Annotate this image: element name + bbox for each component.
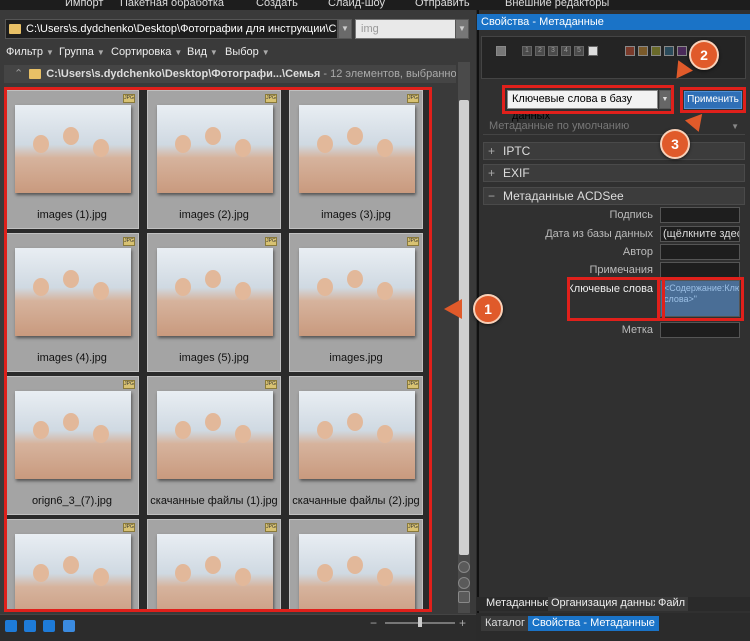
chevron-down-icon: ▼ xyxy=(731,122,739,131)
browser-toolbar: Фильтр ▼ Группа ▼ Сортировка ▼ Вид ▼ Выбор ▼ xyxy=(0,43,470,61)
path-input[interactable]: C:\Users\s.dydchenko\Desktop\Фотографии … xyxy=(5,19,338,39)
menu-editors[interactable]: Внешние редакторы xyxy=(505,0,609,9)
path-text: C:\Users\s.dydchenko\Desktop\Фотографии … xyxy=(26,23,338,35)
path-bar: C:\Users\s.dydchenko\Desktop\Фотографии … xyxy=(0,14,470,42)
metadata-preset-label: Метаданные по умолчанию xyxy=(489,120,630,132)
section-exif-label: EXIF xyxy=(503,166,530,180)
expand-icon: + xyxy=(488,166,496,180)
collapse-icon[interactable]: ⌃ xyxy=(14,68,23,80)
chevron-down-icon: ▼ xyxy=(174,48,183,57)
tab-metadata[interactable]: Метаданные xyxy=(483,597,554,611)
field-caption[interactable] xyxy=(660,207,740,223)
rating-2[interactable]: 2 xyxy=(535,46,545,56)
properties-title: Свойства - Метаданные xyxy=(477,14,750,30)
color-label-yellow[interactable] xyxy=(651,46,661,56)
zoom-slider-thumb[interactable] xyxy=(418,617,422,627)
callout-2: 2 xyxy=(689,40,719,70)
scroll-zoom-icon[interactable] xyxy=(458,577,470,589)
field-label-notes: Примечания xyxy=(589,264,653,276)
field-label-db-date: Дата из базы данных xyxy=(545,228,653,240)
rating-5[interactable]: 5 xyxy=(574,46,584,56)
menu-send[interactable]: Отправить xyxy=(415,0,470,9)
status-bar: − + xyxy=(0,614,476,641)
field-label-value[interactable] xyxy=(660,322,740,338)
scroll-zoom-icon[interactable] xyxy=(458,561,470,573)
scrollbar-thumb[interactable] xyxy=(459,100,469,555)
highlight-box-keywords-field xyxy=(657,277,744,321)
tab-catalog[interactable]: Каталог xyxy=(481,616,529,631)
collapse-icon: − xyxy=(488,189,496,203)
menu-create[interactable]: Создать xyxy=(256,0,298,9)
menu-bar: Импорт Пакетная обработка Создать Слайд-… xyxy=(0,0,750,10)
section-iptc-label: IPTC xyxy=(503,144,531,158)
color-label-purple[interactable] xyxy=(677,46,687,56)
section-exif[interactable]: + EXIF xyxy=(483,164,745,182)
field-notes[interactable] xyxy=(660,262,740,278)
field-label-label: Метка xyxy=(621,324,653,336)
tab-properties-metadata[interactable]: Свойства - Метаданные xyxy=(528,616,659,631)
view-mode-icon[interactable] xyxy=(5,620,17,632)
toolbar-filter[interactable]: Фильтр ▼ xyxy=(6,46,54,58)
filter-input[interactable]: img xyxy=(355,19,467,39)
tab-file[interactable]: Файл xyxy=(655,597,689,611)
chevron-down-icon: ▼ xyxy=(261,48,270,57)
field-label-author: Автор xyxy=(622,246,653,258)
chevron-down-icon: ▼ xyxy=(96,48,105,57)
callout-arrow-icon xyxy=(444,299,462,319)
highlight-box-dropdown xyxy=(502,85,674,114)
color-label-blue[interactable] xyxy=(664,46,674,56)
rating-3[interactable]: 3 xyxy=(548,46,558,56)
breadcrumb-path[interactable]: C:\Users\s.dydchenko\Desktop\Фотографи..… xyxy=(46,68,320,80)
menu-slideshow[interactable]: Слайд-шоу xyxy=(328,0,385,9)
zoom-out-icon[interactable]: − xyxy=(370,616,377,630)
field-label-caption: Подпись xyxy=(609,209,653,221)
menu-batch[interactable]: Пакетная обработка xyxy=(120,0,224,9)
refresh-icon[interactable] xyxy=(43,620,55,632)
clear-rating-icon[interactable] xyxy=(588,46,598,56)
highlight-box-grid xyxy=(4,87,432,612)
breadcrumb: ⌃ C:\Users\s.dydchenko\Desktop\Фотографи.… xyxy=(4,65,456,83)
field-db-date[interactable]: (щёлкните здесь xyxy=(660,226,740,242)
toolbar-group[interactable]: Группа ▼ xyxy=(59,46,105,58)
rotate-icon[interactable] xyxy=(24,620,36,632)
filter-dropdown-button[interactable]: ▼ xyxy=(455,19,469,39)
tag-checkbox[interactable] xyxy=(496,46,506,56)
rating-4[interactable]: 4 xyxy=(561,46,571,56)
folder-icon xyxy=(29,69,42,80)
rating-1[interactable]: 1 xyxy=(522,46,532,56)
chevron-down-icon: ▼ xyxy=(209,48,218,57)
toolbar-sort[interactable]: Сортировка ▼ xyxy=(111,46,182,58)
expand-icon: + xyxy=(488,144,496,158)
menu-import[interactable]: Импорт xyxy=(65,0,103,9)
tab-organize[interactable]: Организация данных xyxy=(548,597,662,611)
color-label-red[interactable] xyxy=(625,46,635,56)
section-acdsee-label: Метаданные ACDSee xyxy=(503,189,624,203)
section-iptc[interactable]: + IPTC xyxy=(483,142,745,160)
color-label-orange[interactable] xyxy=(638,46,648,56)
breadcrumb-info: - 12 элементов, выбранно: 12 xyxy=(323,68,456,80)
field-author[interactable] xyxy=(660,244,740,260)
section-acdsee[interactable]: − Метаданные ACDSee xyxy=(483,187,745,205)
toolbar-select[interactable]: Выбор ▼ xyxy=(225,46,270,58)
monitor-icon[interactable] xyxy=(63,620,75,632)
chevron-down-icon: ▼ xyxy=(45,48,54,57)
callout-1: 1 xyxy=(473,294,503,324)
zoom-in-icon[interactable]: + xyxy=(459,616,466,630)
scroll-button-icon[interactable] xyxy=(458,591,470,603)
highlight-box-keywords-label xyxy=(567,277,665,321)
folder-icon xyxy=(9,24,21,34)
path-dropdown-button[interactable]: ▼ xyxy=(338,19,352,39)
toolbar-view[interactable]: Вид ▼ xyxy=(187,46,218,58)
callout-3: 3 xyxy=(660,129,690,159)
highlight-box-apply xyxy=(680,87,746,113)
